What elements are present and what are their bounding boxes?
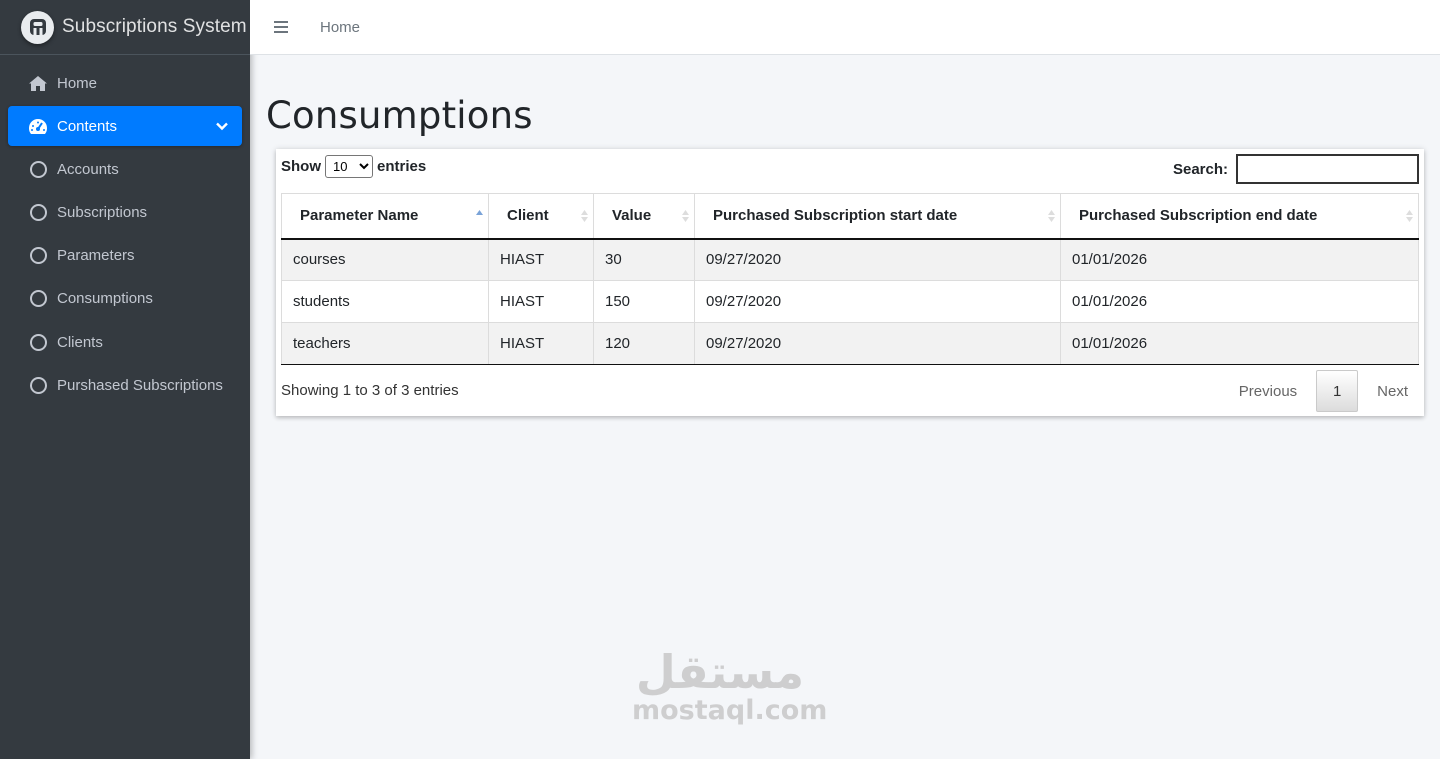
table-cell: 01/01/2026 [1060,280,1419,323]
table-cell: teachers [281,322,489,365]
sidebar-item-label: Accounts [57,160,119,178]
sidebar-item-subscriptions[interactable]: Subscriptions [8,193,242,233]
sort-icon [1406,210,1413,222]
pagination: Previous 1 Next [1239,370,1414,412]
table-cell: 01/01/2026 [1060,322,1419,365]
previous-button[interactable]: Previous [1239,383,1297,400]
circle-icon [29,376,47,394]
watermark-arabic-text: مستقل [635,645,805,699]
circle-icon [29,290,47,308]
brand-logo-icon [21,10,54,44]
sidebar-item-label: Contents [57,117,118,135]
sidebar-item-label: Subscriptions [57,204,148,222]
table-cell: students [281,280,489,323]
sidebar-item-contents[interactable]: Contents [8,106,242,147]
next-button[interactable]: Next [1377,383,1408,400]
circle-icon [29,160,47,178]
sidebar-item-label: Home [57,74,98,92]
dashboard-icon [28,116,48,136]
sidebar-item-label: Parameters [57,247,135,265]
sidebar-item-consumptions[interactable]: Consumptions [8,279,242,319]
column-header-value[interactable]: Value [593,193,695,240]
brand-link[interactable]: Subscriptions System [0,0,250,55]
circle-icon [29,204,47,222]
table-cell: HIAST [488,280,594,323]
table-cell: 150 [593,280,695,323]
column-header-end-date[interactable]: Purchased Subscription end date [1060,193,1419,240]
page-length-select[interactable]: 10 [325,155,373,178]
sidebar-nav: Home Contents Accounts Subscriptions Par… [0,55,250,405]
table-cell: 09/27/2020 [694,280,1061,323]
consumptions-table: Parameter Name Client Value Purchased Su… [281,193,1419,365]
table-row: teachers HIAST 120 09/27/2020 01/01/2026 [281,322,1419,365]
search-input[interactable] [1236,154,1419,184]
show-label: Show [281,158,321,175]
table-cell: 09/27/2020 [694,322,1061,365]
table-cell: 120 [593,322,695,365]
page-length-control: Show 10 entries [281,155,426,178]
table-cell: courses [281,238,489,281]
sidebar-item-label: Clients [57,333,103,351]
sort-asc-icon [476,210,483,215]
sidebar-item-accounts[interactable]: Accounts [8,149,242,189]
table-row: students HIAST 150 09/27/2020 01/01/2026 [281,280,1419,323]
sidebar-item-home[interactable]: Home [8,63,242,103]
table-cell: HIAST [488,322,594,365]
sidebar: Subscriptions System Home Contents Accou… [0,0,250,759]
sort-icon [1048,210,1055,222]
sidebar-item-purchased-subscriptions[interactable]: Purshased Subscriptions [8,365,242,405]
sidebar-item-label: Consumptions [57,290,153,308]
page-title: Consumptions [266,94,533,137]
hamburger-menu-icon[interactable] [274,21,288,33]
home-icon [28,73,48,93]
table-cell: 30 [593,238,695,281]
datatable-card: Show 10 entries Search: Parameter Name C… [276,149,1424,416]
sort-icon [682,210,689,222]
table-header-row: Parameter Name Client Value Purchased Su… [281,193,1419,240]
chevron-down-icon [216,118,228,135]
column-header-start-date[interactable]: Purchased Subscription start date [694,193,1061,240]
sidebar-item-parameters[interactable]: Parameters [8,236,242,276]
search-label: Search: [1172,160,1228,178]
circle-icon [29,333,47,351]
table-cell: HIAST [488,238,594,281]
top-navbar: Home [250,0,1440,55]
table-info: Showing 1 to 3 of 3 entries [281,382,459,399]
sort-icon [581,210,588,222]
brand-title: Subscriptions System [62,16,247,37]
sidebar-item-clients[interactable]: Clients [8,322,242,362]
table-cell: 01/01/2026 [1060,238,1419,281]
entries-label: entries [377,158,427,175]
watermark-logo: مستقل mostaql.com [632,645,828,726]
watermark-latin-text: mostaql.com [632,695,828,726]
column-header-parameter-name[interactable]: Parameter Name [281,193,489,240]
circle-icon [29,247,47,265]
search-control: Search: [1173,154,1419,184]
top-home-link[interactable]: Home [320,19,360,36]
table-cell: 09/27/2020 [694,238,1061,281]
page-button-current[interactable]: 1 [1316,370,1359,412]
sidebar-item-label: Purshased Subscriptions [57,376,223,394]
table-row: courses HIAST 30 09/27/2020 01/01/2026 [281,238,1419,281]
column-header-client[interactable]: Client [488,193,594,240]
